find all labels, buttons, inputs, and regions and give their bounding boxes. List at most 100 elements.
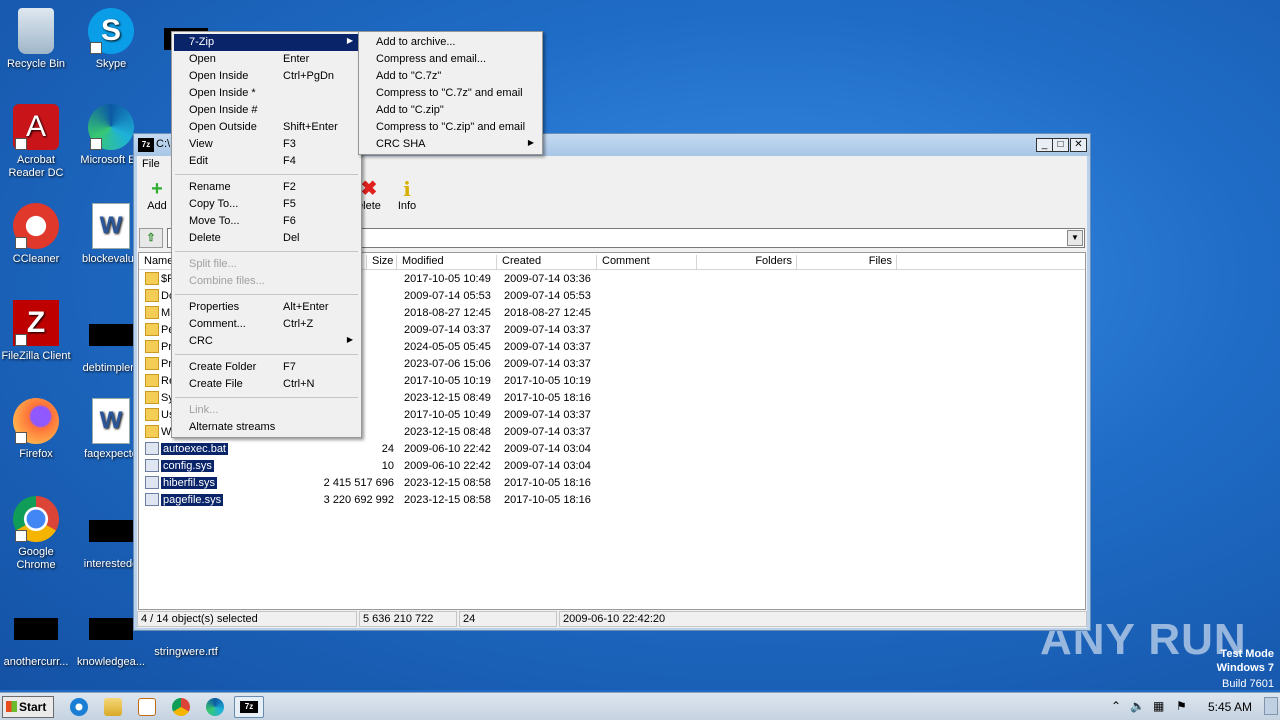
column-modified[interactable]: Modified: [397, 255, 497, 270]
submenu-item-6[interactable]: CRC SHA ▶: [361, 136, 540, 153]
menu-item-shortcut: Ctrl+N: [283, 378, 315, 390]
submenu-item-0[interactable]: Add to archive...: [361, 34, 540, 51]
menu-item-label: Create Folder: [189, 361, 257, 373]
folder-up-icon[interactable]: ⇧: [139, 228, 163, 248]
menu-item-label: Open Inside: [189, 70, 249, 82]
submenu-item-5[interactable]: Compress to "C.zip" and email: [361, 119, 540, 136]
table-row[interactable]: hiberfil.sys 2 415 517 696 2023-12-15 08:5…: [139, 475, 1085, 492]
file-icon: [89, 618, 133, 640]
clock[interactable]: 5:45 AM: [1208, 700, 1252, 714]
taskbar: Start 7z ⌃ 🔈 ▦ ⚑ 5:45 AM: [0, 692, 1280, 720]
desktop-icon-skype[interactable]: S Skype: [73, 8, 149, 71]
desktop-icon-label: stringwere.rtf: [154, 646, 218, 658]
column-size[interactable]: Size: [367, 255, 397, 270]
menu-item-label: Rename: [189, 181, 231, 193]
table-row[interactable]: autoexec.bat 24 2009-06-10 22:42 2009-07-14…: [139, 441, 1085, 458]
desktop-icon-ccleaner[interactable]: CCleaner: [0, 203, 74, 266]
maximize-button[interactable]: □: [1052, 138, 1069, 152]
shortcut-arrow-icon: [90, 42, 102, 54]
cell-size: 3 220 692 992: [323, 494, 394, 506]
chrome-taskbar-icon[interactable]: [172, 698, 190, 716]
7zip-taskbar-button[interactable]: 7z: [234, 696, 264, 718]
menu-item-properties[interactable]: Properties Alt+Enter: [174, 299, 359, 316]
menu-item-crc[interactable]: CRC ▶: [174, 333, 359, 350]
submenu-item-4[interactable]: Add to "C.zip": [361, 102, 540, 119]
info-button[interactable]: i Info: [387, 178, 427, 212]
desktop-icon-stringwere[interactable]: stringwere.rtf: [148, 632, 224, 659]
menu-item-label: Link...: [189, 404, 219, 416]
desktop-icon-firefox[interactable]: Firefox: [0, 398, 74, 461]
word-document-icon: W: [92, 398, 130, 444]
menu-item-open-inside[interactable]: Open Inside *: [174, 85, 359, 102]
minimize-button[interactable]: _: [1036, 138, 1053, 152]
internet-explorer-icon[interactable]: [70, 698, 88, 716]
submenu-item-2[interactable]: Add to "C.7z": [361, 68, 540, 85]
menu-item-copy-to[interactable]: Copy To... F5: [174, 196, 359, 213]
skype-icon: S: [88, 8, 134, 54]
table-row[interactable]: pagefile.sys 3 220 692 992 2023-12-15 08:5…: [139, 492, 1085, 509]
start-label: Start: [19, 700, 47, 714]
test-mode-label: Test Mode: [1220, 648, 1274, 660]
cell-created: 2009-07-14 03:04: [504, 443, 591, 455]
menu-item-open[interactable]: Open Enter: [174, 51, 359, 68]
column-files[interactable]: Files: [797, 255, 897, 270]
menu-item-label: Open Inside *: [189, 87, 256, 99]
menu-item-open-inside[interactable]: Open Inside Ctrl+PgDn: [174, 68, 359, 85]
menu-item-comment[interactable]: Comment... Ctrl+Z: [174, 316, 359, 333]
menu-item-7-zip[interactable]: 7-Zip ▶: [174, 34, 359, 51]
folder-icon: [145, 425, 159, 438]
column-created[interactable]: Created: [497, 255, 597, 270]
menu-item-rename[interactable]: Rename F2: [174, 179, 359, 196]
menu-file[interactable]: File: [142, 158, 160, 170]
edge-taskbar-icon[interactable]: [206, 698, 224, 716]
menu-item-edit[interactable]: Edit F4: [174, 153, 359, 170]
network-icon[interactable]: ▦: [1153, 699, 1164, 713]
menu-item-label: Copy To...: [189, 198, 239, 210]
submenu-item-1[interactable]: Compress and email...: [361, 51, 540, 68]
show-hidden-icons-icon[interactable]: ⌃: [1111, 699, 1121, 713]
menu-item-open-inside[interactable]: Open Inside #: [174, 102, 359, 119]
7zip-icon: 7z: [240, 701, 258, 713]
menu-separator: [175, 251, 358, 252]
cell-created: 2009-07-14 05:53: [504, 290, 591, 302]
shortcut-arrow-icon: [15, 138, 27, 150]
menu-item-split-file[interactable]: Split file...: [174, 256, 359, 273]
cell-created: 2017-10-05 18:16: [504, 494, 591, 506]
desktop-icon-recycle-bin[interactable]: Recycle Bin: [0, 8, 74, 71]
cell-modified: 2023-07-06 15:06: [404, 358, 491, 370]
cell-created: 2009-07-14 03:37: [504, 358, 591, 370]
desktop-icon-filezilla[interactable]: Z FileZilla Client: [0, 300, 74, 363]
cell-name: pagefile.sys: [161, 494, 224, 506]
file-icon: [145, 442, 159, 455]
column-comment[interactable]: Comment: [597, 255, 697, 270]
desktop-icon-chrome[interactable]: Google Chrome: [0, 496, 74, 572]
folder-icon: [145, 340, 159, 353]
menu-item-view[interactable]: View F3: [174, 136, 359, 153]
desktop-icon-acrobat[interactable]: A Acrobat Reader DC: [0, 104, 74, 180]
cell-created: 2017-10-05 10:19: [504, 375, 591, 387]
explorer-folder-icon[interactable]: [104, 698, 122, 716]
menu-item-create-file[interactable]: Create File Ctrl+N: [174, 376, 359, 393]
menu-item-open-outside[interactable]: Open Outside Shift+Enter: [174, 119, 359, 136]
folder-icon: [145, 408, 159, 421]
table-row[interactable]: config.sys 10 2009-06-10 22:42 2009-07-14 0…: [139, 458, 1085, 475]
start-button[interactable]: Start: [2, 696, 54, 718]
desktop-icon-anothercurr[interactable]: anothercurr...: [0, 606, 74, 669]
chevron-down-icon[interactable]: ▼: [1067, 230, 1083, 246]
column-folders[interactable]: Folders: [697, 255, 797, 270]
menu-item-shortcut: Del: [283, 232, 300, 244]
submenu-item-3[interactable]: Compress to "C.7z" and email: [361, 85, 540, 102]
menu-item-combine-files[interactable]: Combine files...: [174, 273, 359, 290]
media-player-icon[interactable]: [138, 698, 156, 716]
menu-item-delete[interactable]: Delete Del: [174, 230, 359, 247]
action-center-flag-icon[interactable]: ⚑: [1176, 699, 1187, 713]
folder-icon: [145, 272, 159, 285]
menu-item-link[interactable]: Link...: [174, 402, 359, 419]
menu-item-create-folder[interactable]: Create Folder F7: [174, 359, 359, 376]
menu-item-move-to[interactable]: Move To... F6: [174, 213, 359, 230]
show-desktop-button[interactable]: [1264, 697, 1278, 715]
desktop-icon-label: anothercurr...: [3, 656, 69, 668]
close-button[interactable]: ✕: [1070, 138, 1087, 152]
volume-icon[interactable]: 🔈: [1130, 699, 1145, 713]
menu-item-alternate-streams[interactable]: Alternate streams: [174, 419, 359, 436]
